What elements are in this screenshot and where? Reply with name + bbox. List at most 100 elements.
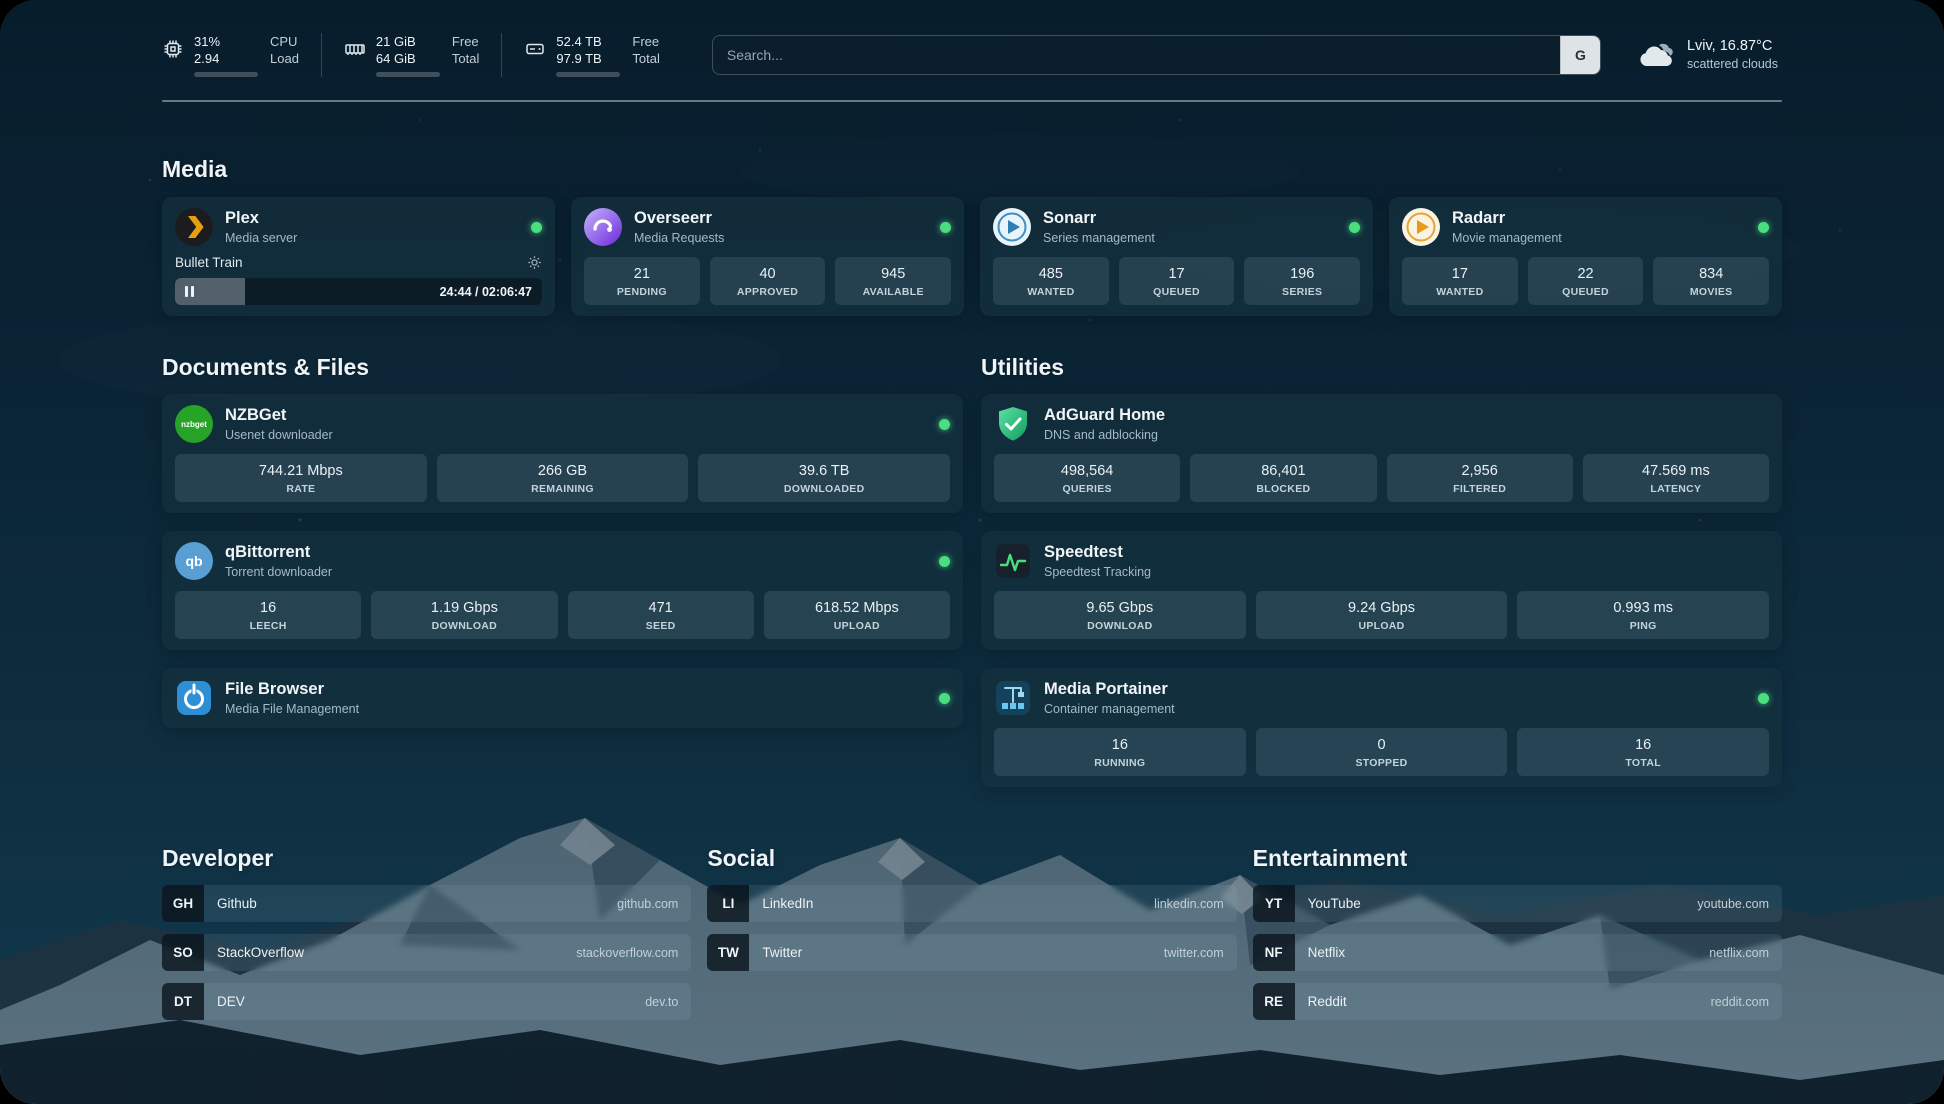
pause-button[interactable] <box>185 286 194 297</box>
stat-value: 21 <box>587 265 697 283</box>
stat-series: 196 SERIES <box>1244 257 1360 305</box>
stat-remaining: 266 GB REMAINING <box>437 454 689 502</box>
bookmark-name: LinkedIn <box>762 896 813 911</box>
stat-seed: 471 SEED <box>568 591 754 639</box>
stat-label: UPLOAD <box>767 620 947 632</box>
service-subtitle: Media server <box>225 230 519 246</box>
bookmark-list: LI LinkedIn linkedin.com TW Twitter twit… <box>707 885 1236 971</box>
search-provider-button[interactable]: G <box>1560 36 1600 74</box>
service-titles: Overseerr Media Requests <box>634 208 928 246</box>
stat-value: 39.6 TB <box>701 462 947 480</box>
service-subtitle: Movie management <box>1452 230 1746 246</box>
stat-value: 744.21 Mbps <box>178 462 424 480</box>
service-stats: 498,564 QUERIES 86,401 BLOCKED 2,956 FIL… <box>994 454 1769 502</box>
two-column-area: Documents & Files nzbget <box>162 354 1782 787</box>
bookmark-netflix[interactable]: NF Netflix netflix.com <box>1253 934 1782 971</box>
stat-value: 471 <box>571 599 751 617</box>
bookmark-youtube[interactable]: YT YouTube youtube.com <box>1253 885 1782 922</box>
service-subtitle: Media Requests <box>634 230 928 246</box>
bookmark-abbr: YT <box>1253 885 1295 922</box>
hard-drive-icon <box>524 38 546 77</box>
bookmark-abbr: GH <box>162 885 204 922</box>
bookmarks-area: Developer GH Github github.com SO StackO… <box>162 845 1782 1060</box>
service-titles: NZBGet Usenet downloader <box>225 405 927 443</box>
service-card-speedtest[interactable]: Speedtest Speedtest Tracking 9.65 Gbps D… <box>981 531 1782 650</box>
disk-total: 97.9 TB <box>556 50 601 67</box>
stat-value: 0 <box>1259 736 1505 754</box>
stat-value: 485 <box>996 265 1106 283</box>
search-input[interactable] <box>712 35 1601 75</box>
stat-value: 47.569 ms <box>1586 462 1766 480</box>
ram-total: 64 GiB <box>376 50 416 67</box>
service-card-radarr[interactable]: Radarr Movie management 17 WANTED 22 QUE… <box>1389 197 1782 316</box>
stat-label: MOVIES <box>1656 286 1766 298</box>
bookmark-url: youtube.com <box>1697 897 1769 911</box>
stat-value: 16 <box>178 599 358 617</box>
stat-value: 22 <box>1531 265 1641 283</box>
service-header: Plex Media server <box>175 208 542 246</box>
status-indicator <box>1758 693 1769 704</box>
memory-icon <box>344 38 366 77</box>
bookmark-name: Reddit <box>1308 994 1347 1009</box>
stat-label: SEED <box>571 620 751 632</box>
service-titles: Plex Media server <box>225 208 519 246</box>
stat-label: PENDING <box>587 286 697 298</box>
ram-free: 21 GiB <box>376 33 416 50</box>
search-bar: G <box>712 35 1601 75</box>
bookmark-url: netflix.com <box>1709 946 1769 960</box>
stat-movies: 834 MOVIES <box>1653 257 1769 305</box>
stat-label: LEECH <box>178 620 358 632</box>
bookmark-twitter[interactable]: TW Twitter twitter.com <box>707 934 1236 971</box>
service-card-qbittorrent[interactable]: qb qBittorrent Torrent downloader <box>162 531 963 650</box>
stat-value: 17 <box>1405 265 1515 283</box>
service-header: Sonarr Series management <box>993 208 1360 246</box>
service-card-nzbget[interactable]: nzbget NZBGet Usenet downloader 74 <box>162 394 963 513</box>
service-subtitle: Series management <box>1043 230 1337 246</box>
status-indicator <box>939 693 950 704</box>
cpu-icon <box>162 38 184 77</box>
service-stats: 21 PENDING 40 APPROVED 945 AVAILABLE <box>584 257 951 305</box>
bookmark-dev[interactable]: DT DEV dev.to <box>162 983 691 1020</box>
section-title-developer: Developer <box>162 845 691 872</box>
stat-rate: 744.21 Mbps RATE <box>175 454 427 502</box>
stat-label: WANTED <box>1405 286 1515 298</box>
stat-wanted: 17 WANTED <box>1402 257 1518 305</box>
service-name: Speedtest <box>1044 542 1769 562</box>
service-card-portainer[interactable]: Media Portainer Container management 16 … <box>981 668 1782 787</box>
bookmark-reddit[interactable]: RE Reddit reddit.com <box>1253 983 1782 1020</box>
bookmark-github[interactable]: GH Github github.com <box>162 885 691 922</box>
stat-label: RATE <box>178 483 424 495</box>
stat-filtered: 2,956 FILTERED <box>1387 454 1573 502</box>
ram-label-1: Free <box>452 33 479 50</box>
settings-icon[interactable] <box>527 255 542 270</box>
service-card-overseerr[interactable]: Overseerr Media Requests 21 PENDING 40 A… <box>571 197 964 316</box>
stat-pending: 21 PENDING <box>584 257 700 305</box>
bookmark-stackoverflow[interactable]: SO StackOverflow stackoverflow.com <box>162 934 691 971</box>
bookmark-linkedin[interactable]: LI LinkedIn linkedin.com <box>707 885 1236 922</box>
service-card-plex[interactable]: Plex Media server Bullet Train <box>162 197 555 316</box>
service-name: qBittorrent <box>225 542 927 562</box>
service-card-adguard[interactable]: AdGuard Home DNS and adblocking 498,564 … <box>981 394 1782 513</box>
service-card-filebrowser[interactable]: File Browser Media File Management <box>162 668 963 728</box>
resource-monitors: 31% 2.94 CPU Load <box>162 33 682 77</box>
service-name: Radarr <box>1452 208 1746 228</box>
qbittorrent-icon: qb <box>175 542 213 580</box>
ram-label-2: Total <box>452 50 479 67</box>
stat-queries: 498,564 QUERIES <box>994 454 1180 502</box>
service-subtitle: DNS and adblocking <box>1044 427 1769 443</box>
stat-download: 9.65 Gbps DOWNLOAD <box>994 591 1246 639</box>
stat-leech: 16 LEECH <box>175 591 361 639</box>
playback-progress-bar[interactable]: 24:44 / 02:06:47 <box>175 278 542 305</box>
service-header: Radarr Movie management <box>1402 208 1769 246</box>
service-name: Overseerr <box>634 208 928 228</box>
service-titles: File Browser Media File Management <box>225 679 927 717</box>
status-indicator <box>940 222 951 233</box>
bookmark-url: stackoverflow.com <box>576 946 678 960</box>
section-title-media: Media <box>162 156 1782 183</box>
service-card-sonarr[interactable]: Sonarr Series management 485 WANTED 17 Q… <box>980 197 1373 316</box>
top-bar: 31% 2.94 CPU Load <box>162 26 1782 84</box>
service-stats: 17 WANTED 22 QUEUED 834 MOVIES <box>1402 257 1769 305</box>
section-title-documents: Documents & Files <box>162 354 963 381</box>
service-subtitle: Usenet downloader <box>225 427 927 443</box>
service-name: Sonarr <box>1043 208 1337 228</box>
